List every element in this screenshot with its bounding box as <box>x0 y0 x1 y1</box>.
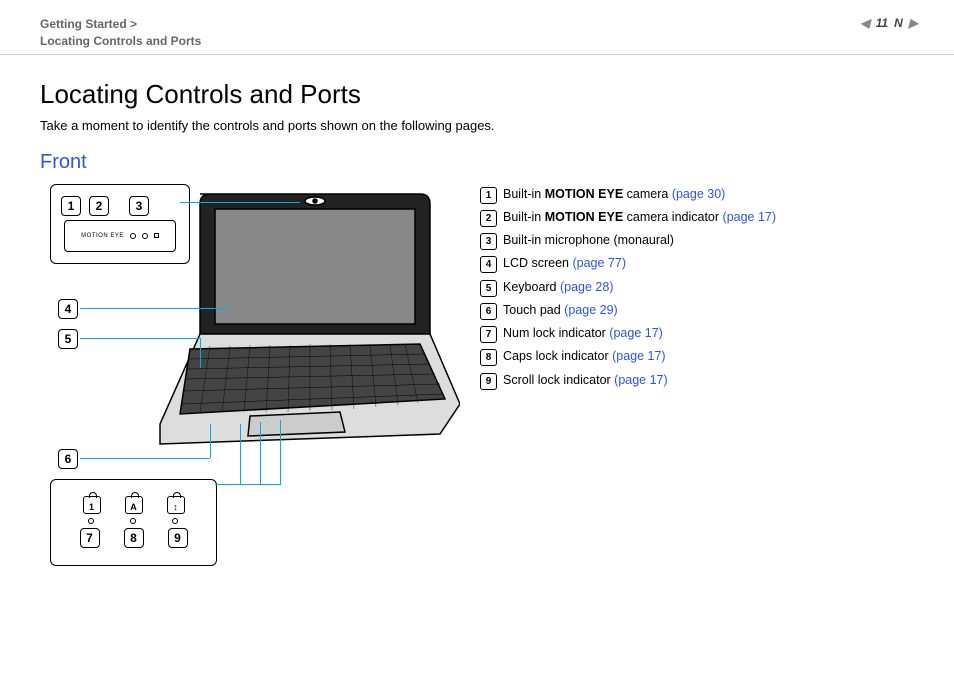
num-lock-icon: 1 <box>83 496 101 514</box>
legend-text: Built-in microphone (monaural) <box>503 230 674 251</box>
legend-number: 8 <box>480 349 497 366</box>
next-page-arrow[interactable]: ▶ <box>909 16 918 30</box>
page-reference-link[interactable]: (page 17) <box>723 210 777 224</box>
leader-bottom-c <box>280 420 281 484</box>
leader-6b <box>210 424 211 458</box>
legend-item: 6 Touch pad (page 29) <box>480 300 776 321</box>
lock-icons-row: 1 A ↕ <box>83 496 185 514</box>
callout-label-3: 3 <box>129 196 149 216</box>
led-9 <box>172 518 178 524</box>
callout-label-6: 6 <box>58 449 78 469</box>
section-heading: Front <box>40 151 914 174</box>
leader-4 <box>80 308 230 309</box>
callout-label-2: 2 <box>89 196 109 216</box>
legend-text: Keyboard (page 28) <box>503 277 614 298</box>
legend-item: 3 Built-in microphone (monaural) <box>480 230 776 251</box>
leader-bottom-b <box>260 422 261 484</box>
scroll-lock-icon: ↕ <box>167 496 185 514</box>
page-reference-link[interactable]: (page 29) <box>564 303 618 317</box>
leader-5a <box>80 338 200 339</box>
page-reference-link[interactable]: (page 28) <box>560 280 614 294</box>
camera-led-icon <box>142 233 148 239</box>
leader-top <box>180 202 300 203</box>
prev-page-arrow[interactable]: ◀ <box>860 16 869 30</box>
camera-lens-icon <box>130 233 136 239</box>
led-8 <box>130 518 136 524</box>
breadcrumb-line-2: Locating Controls and Ports <box>40 33 201 50</box>
leader-bottom-h <box>215 484 281 485</box>
legend-list: 1 Built-in MOTION EYE camera (page 30) 2 Bu… <box>480 184 776 393</box>
legend-bold-term: MOTION EYE <box>545 210 623 224</box>
legend-number: 7 <box>480 326 497 343</box>
breadcrumb-line-1: Getting Started > <box>40 16 201 33</box>
led-7 <box>88 518 94 524</box>
page-reference-link[interactable]: (page 17) <box>609 326 663 340</box>
legend-number: 3 <box>480 233 497 250</box>
legend-text: Scroll lock indicator (page 17) <box>503 370 668 391</box>
figure-and-legend: 1 2 3 MOTION EYE 4 5 6 <box>40 184 914 584</box>
legend-number: 4 <box>480 256 497 273</box>
leader-bottom-a <box>240 424 241 484</box>
microphone-hole-icon <box>154 233 159 238</box>
legend-text: LCD screen (page 77) <box>503 253 626 274</box>
legend-text: Num lock indicator (page 17) <box>503 323 663 344</box>
callout-label-1: 1 <box>61 196 81 216</box>
next-page-letter[interactable]: N <box>894 16 903 30</box>
page-number-area: ◀ 11 N ▶ <box>860 16 918 30</box>
page-content: Locating Controls and Ports Take a momen… <box>0 55 954 584</box>
legend-text: Caps lock indicator (page 17) <box>503 346 666 367</box>
legend-item: 4 LCD screen (page 77) <box>480 253 776 274</box>
caps-lock-icon: A <box>125 496 143 514</box>
motion-eye-label: MOTION EYE <box>81 233 124 239</box>
callout-label-8: 8 <box>124 528 144 548</box>
legend-number: 6 <box>480 303 497 320</box>
page-reference-link[interactable]: (page 17) <box>614 373 668 387</box>
page-reference-link[interactable]: (page 17) <box>612 349 666 363</box>
legend-text: Built-in MOTION EYE camera indicator (pa… <box>503 207 776 228</box>
breadcrumb: Getting Started > Locating Controls and … <box>40 16 201 50</box>
callout-box-top: 1 2 3 MOTION EYE <box>50 184 190 264</box>
legend-bold-term: MOTION EYE <box>545 187 623 201</box>
callout-label-4: 4 <box>58 299 78 319</box>
legend-text: Built-in MOTION EYE camera (page 30) <box>503 184 725 205</box>
camera-detail-inset: MOTION EYE <box>64 220 176 252</box>
legend-item: 9 Scroll lock indicator (page 17) <box>480 370 776 391</box>
callout-label-7: 7 <box>80 528 100 548</box>
legend-item: 2 Built-in MOTION EYE camera indicator (p… <box>480 207 776 228</box>
leader-5b <box>200 338 201 368</box>
legend-item: 8 Caps lock indicator (page 17) <box>480 346 776 367</box>
legend-item: 1 Built-in MOTION EYE camera (page 30) <box>480 184 776 205</box>
legend-item: 5 Keyboard (page 28) <box>480 277 776 298</box>
callout-label-9: 9 <box>168 528 188 548</box>
legend-number: 1 <box>480 187 497 204</box>
laptop-diagram: 1 2 3 MOTION EYE 4 5 6 <box>40 184 440 584</box>
callout-label-5: 5 <box>58 329 78 349</box>
intro-text: Take a moment to identify the controls a… <box>40 118 914 133</box>
page-title: Locating Controls and Ports <box>40 79 914 110</box>
page-reference-link[interactable]: (page 77) <box>572 256 626 270</box>
legend-number: 9 <box>480 373 497 390</box>
page-reference-link[interactable]: (page 30) <box>672 187 726 201</box>
callout-box-bottom: 1 A ↕ 7 8 9 <box>50 479 217 566</box>
page-header: Getting Started > Locating Controls and … <box>0 0 954 55</box>
legend-item: 7 Num lock indicator (page 17) <box>480 323 776 344</box>
legend-text: Touch pad (page 29) <box>503 300 618 321</box>
page-number: 11 <box>876 16 888 30</box>
legend-number: 2 <box>480 210 497 227</box>
leader-6a <box>80 458 210 459</box>
legend-number: 5 <box>480 280 497 297</box>
